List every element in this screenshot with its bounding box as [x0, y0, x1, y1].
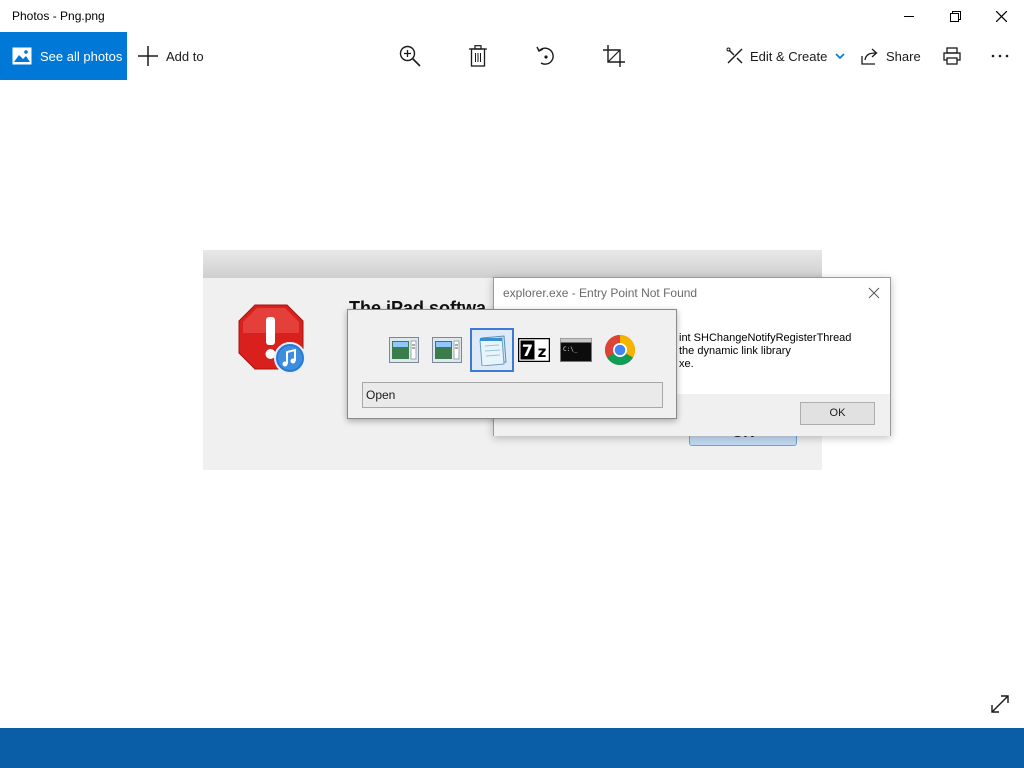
switcher-app-window-2 — [427, 330, 467, 370]
chrome-icon — [604, 335, 636, 366]
bottom-bar — [0, 728, 1024, 768]
window-title: Photos - Png.png — [12, 9, 105, 23]
rotate-icon — [536, 46, 554, 65]
edit-create-icon — [726, 47, 744, 65]
print-icon — [943, 47, 961, 65]
svg-text:z: z — [538, 343, 547, 361]
notepad-icon — [479, 335, 507, 366]
close-icon — [868, 287, 880, 299]
crop-button[interactable] — [602, 44, 626, 68]
zoom-icon — [399, 45, 421, 67]
photos-icon — [12, 47, 32, 65]
plus-icon — [138, 46, 158, 66]
restore-icon — [949, 10, 961, 22]
edit-create-label: Edit & Create — [750, 48, 828, 64]
window-icon — [389, 337, 419, 363]
title-bar: Photos - Png.png — [0, 0, 1024, 32]
restore-button[interactable] — [932, 0, 978, 32]
error-ok-button: OK — [800, 402, 875, 425]
expand-icon — [991, 695, 1009, 713]
svg-text:7: 7 — [522, 341, 533, 360]
rotate-button[interactable] — [534, 44, 558, 68]
error-message-line: the dynamic link library — [679, 345, 791, 357]
zoom-button[interactable] — [398, 44, 422, 68]
see-all-photos-button[interactable]: See all photos — [0, 32, 127, 80]
window-icon — [432, 337, 462, 363]
error-message-line: xe. — [679, 358, 694, 370]
error-dialog-title: explorer.exe - Entry Point Not Found — [503, 286, 698, 300]
error-message: int SHChangeNotifyRegisterThread the dyn… — [679, 332, 851, 371]
minimize-button[interactable] — [886, 0, 932, 32]
switcher-app-command-prompt: C:\_ — [556, 330, 596, 370]
switcher-window-label: Open — [362, 382, 663, 408]
delete-button[interactable] — [466, 44, 490, 68]
add-to-button[interactable]: Add to — [138, 32, 204, 80]
toolbar: See all photos Add to Edit & Create Shar… — [0, 32, 1024, 80]
cmd-icon: C:\_ — [560, 338, 592, 362]
switcher-app-7zip: 7z — [514, 330, 554, 370]
share-label: Share — [886, 48, 921, 64]
error-message-line: int SHChangeNotifyRegisterThread — [679, 332, 852, 344]
close-window-button[interactable] — [978, 0, 1024, 32]
svg-text:C:\_: C:\_ — [563, 346, 578, 353]
full-screen-button[interactable] — [986, 692, 1014, 716]
close-icon — [995, 10, 1007, 22]
delete-icon — [469, 45, 487, 67]
more-button[interactable] — [988, 44, 1012, 68]
add-to-label: Add to — [166, 48, 204, 64]
itunes-error-icon — [238, 304, 306, 374]
print-button[interactable] — [940, 44, 964, 68]
itunes-dialog-titlebar — [203, 250, 822, 278]
switcher-app-window-1 — [384, 330, 424, 370]
switcher-app-notepad — [470, 328, 514, 372]
share-button[interactable]: Share — [861, 32, 921, 80]
minimize-icon — [904, 16, 914, 17]
see-all-photos-label: See all photos — [40, 48, 123, 64]
more-icon — [991, 54, 1009, 58]
crop-icon — [603, 45, 625, 67]
7zip-icon: 7z — [518, 338, 550, 362]
task-switcher: 7z C:\_ Open — [347, 309, 677, 419]
chevron-down-icon — [835, 53, 845, 59]
share-icon — [861, 48, 878, 65]
switcher-app-chrome — [600, 330, 640, 370]
edit-create-button[interactable]: Edit & Create — [726, 32, 845, 80]
